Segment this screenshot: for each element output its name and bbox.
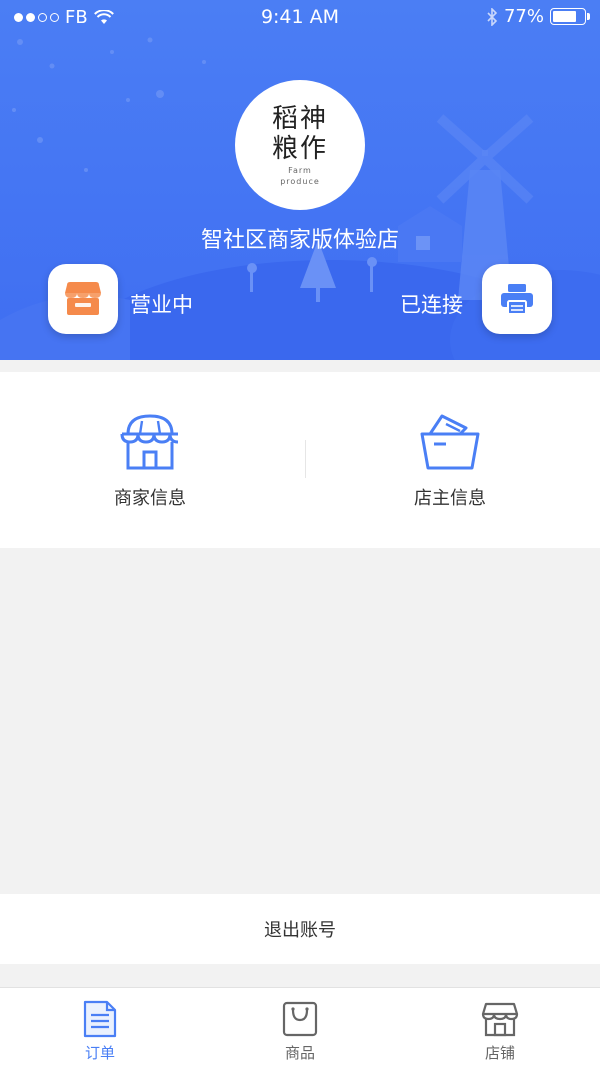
logo-sub-1: Farm (288, 166, 312, 175)
merchant-info-label: 商家信息 (114, 488, 186, 509)
battery-group: 77% (486, 6, 590, 27)
tab-products-label: 商品 (284, 1044, 315, 1062)
tab-orders-label: 订单 (84, 1044, 115, 1062)
tab-orders[interactable]: 订单 (0, 988, 200, 1067)
shop-icon (65, 282, 101, 315)
merchant-info-button[interactable]: 商家信息 (0, 372, 300, 548)
store-logo-avatar[interactable]: 稻神 粮作 Farm produce (235, 80, 365, 210)
bluetooth-icon (487, 7, 498, 26)
shopping-bag-icon (282, 1001, 318, 1037)
tab-store[interactable]: 店铺 (400, 988, 600, 1067)
logo-line-2: 粮作 (271, 134, 328, 164)
battery-icon (550, 8, 590, 25)
store-icon (481, 1002, 519, 1037)
printer-button[interactable] (482, 264, 552, 334)
owner-info-button[interactable]: 店主信息 (300, 372, 600, 548)
storefront-icon (120, 414, 179, 470)
logout-button[interactable]: 退出账号 (0, 894, 600, 964)
printer-status-label: 已连接 (400, 293, 463, 317)
business-status-button[interactable] (48, 264, 118, 334)
tab-bar: 订单 商品 店铺 (0, 987, 600, 1067)
logo-sub-2: produce (280, 177, 320, 186)
order-doc-icon (83, 1000, 117, 1038)
battery-level (553, 11, 577, 22)
store-name: 智社区商家版体验店 (200, 228, 399, 253)
tab-products[interactable]: 商品 (200, 988, 400, 1067)
logo-line-1: 稻神 (271, 104, 328, 134)
printer-icon (501, 284, 533, 315)
tab-store-label: 店铺 (484, 1044, 515, 1062)
wallet-icon (420, 414, 480, 470)
info-divider (305, 440, 306, 478)
business-status-label: 营业中 (130, 293, 193, 317)
owner-info-label: 店主信息 (414, 488, 486, 509)
status-bar: FB 9:41 AM 77% (0, 0, 600, 34)
battery-percent: 77% (503, 6, 544, 27)
info-card: 商家信息 店主信息 (0, 372, 600, 548)
